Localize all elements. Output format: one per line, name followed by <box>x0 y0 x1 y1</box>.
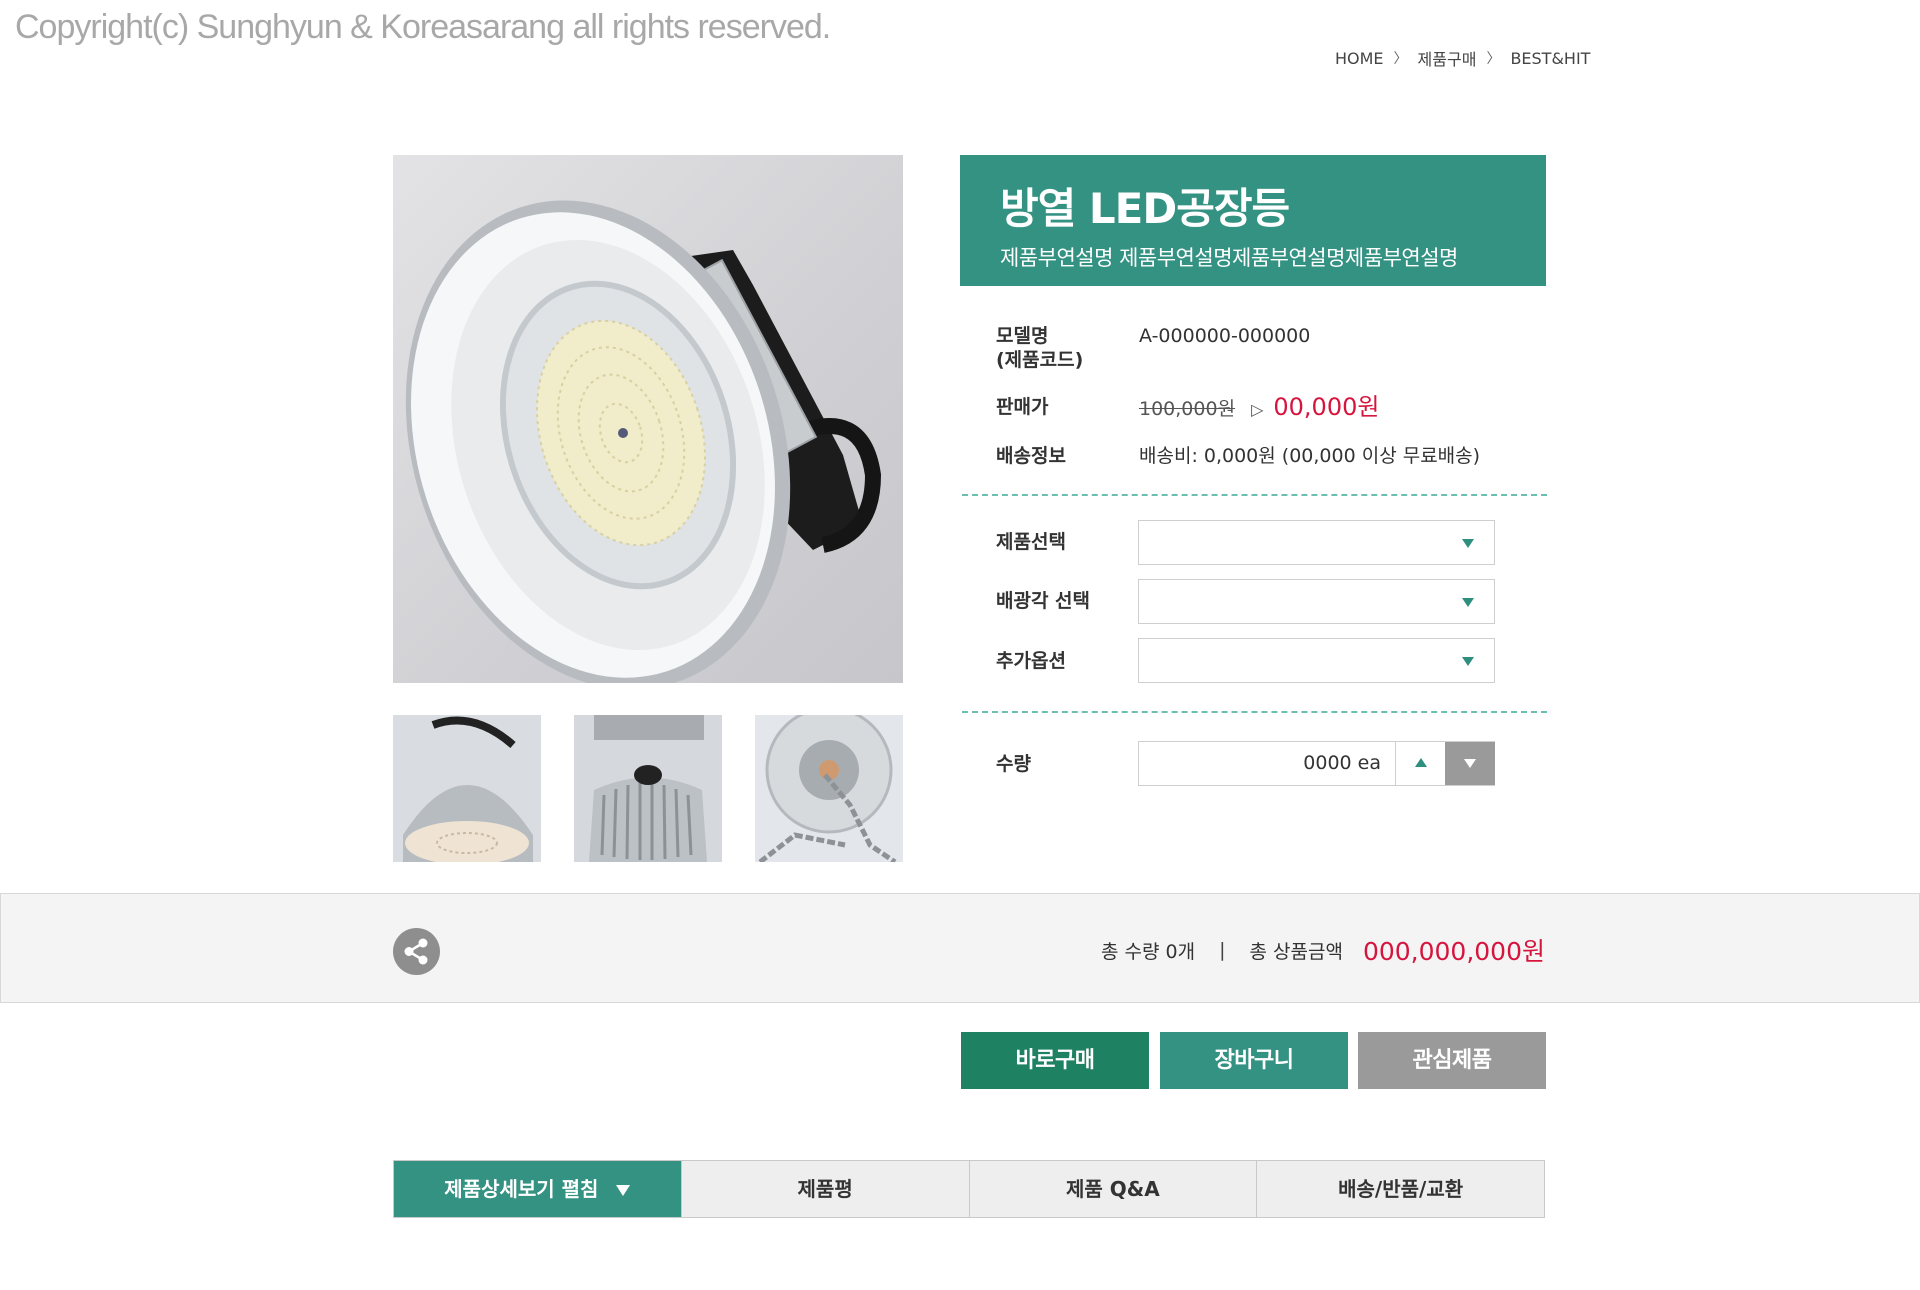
share-button[interactable] <box>393 928 440 975</box>
quantity-decrease-button[interactable] <box>1445 742 1495 785</box>
quantity-input[interactable]: 0000 ea <box>1139 742 1396 785</box>
thumbnail-2[interactable] <box>574 715 722 862</box>
quantity-label: 수량 <box>996 753 1031 775</box>
led-lamp-illustration <box>405 200 882 683</box>
breadcrumb-product-purchase[interactable]: 제품구매 <box>1418 46 1477 70</box>
beam-angle-label: 배광각 선택 <box>996 590 1091 612</box>
product-select-label: 제품선택 <box>996 531 1066 553</box>
product-select-dropdown[interactable] <box>1138 520 1495 565</box>
total-amount: 000,000,000원 <box>1362 937 1545 966</box>
totals-separator: | <box>1219 939 1226 961</box>
share-icon <box>404 938 428 965</box>
price-arrow-icon: ▷ <box>1251 400 1264 419</box>
triangle-down-icon <box>1464 759 1476 768</box>
triangle-up-icon <box>1415 758 1427 767</box>
chevron-down-icon <box>1462 539 1474 548</box>
breadcrumb: HOME 〉 제품구매 〉 BEST&HIT <box>1335 46 1590 70</box>
product-main-image <box>393 155 903 683</box>
product-tabs: 제품상세보기 펼침 제품평 제품 Q&A 배송/반품/교환 <box>393 1160 1545 1218</box>
breadcrumb-home[interactable]: HOME <box>1335 49 1384 68</box>
triangle-down-icon <box>616 1185 631 1196</box>
sale-price: 00,000원 <box>1273 393 1380 421</box>
divider <box>962 711 1547 713</box>
copyright-text: Copyright(c) Sunghyun & Koreasarang all … <box>15 8 831 46</box>
breadcrumb-best-hit[interactable]: BEST&HIT <box>1510 49 1590 68</box>
model-label: 모델명 (제품코드) <box>996 324 1126 372</box>
total-amount-label: 총 상품금액 <box>1249 940 1343 963</box>
tab-shipping-return[interactable]: 배송/반품/교환 <box>1256 1161 1544 1217</box>
tab-reviews[interactable]: 제품평 <box>680 1161 969 1217</box>
product-title-box: 방열 LED공장등 제품부연설명 제품부연설명제품부연설명제품부연설명 <box>960 155 1546 286</box>
extra-option-label: 추가옵션 <box>996 650 1066 672</box>
order-totals: 총 수량 0개 | 총 상품금액 000,000,000원 <box>1101 932 1545 968</box>
tab-qna[interactable]: 제품 Q&A <box>968 1161 1257 1217</box>
total-quantity: 총 수량 0개 <box>1101 940 1196 963</box>
product-subtitle: 제품부연설명 제품부연설명제품부연설명제품부연설명 <box>1000 246 1458 270</box>
tab-product-detail[interactable]: 제품상세보기 펼침 <box>394 1161 681 1217</box>
shipping-label: 배송정보 <box>996 445 1066 467</box>
product-title: 방열 LED공장등 <box>1000 184 1290 233</box>
tab-product-detail-label: 제품상세보기 펼침 <box>444 1177 599 1201</box>
shipping-value: 배송비: 0,000원 (00,000 이상 무료배송) <box>1139 445 1481 467</box>
add-to-cart-button[interactable]: 장바구니 <box>1160 1032 1348 1089</box>
breadcrumb-separator: 〉 <box>1486 51 1501 67</box>
divider <box>962 494 1547 496</box>
breadcrumb-separator: 〉 <box>1393 51 1408 67</box>
beam-angle-dropdown[interactable] <box>1138 579 1495 624</box>
thumbnail-strip <box>393 715 903 862</box>
buy-now-button[interactable]: 바로구매 <box>961 1032 1149 1089</box>
price-values: 100,000원 ▷ 00,000원 <box>1139 395 1379 422</box>
price-label: 판매가 <box>996 396 1049 418</box>
chevron-down-icon <box>1462 598 1474 607</box>
model-value: A-000000-000000 <box>1139 325 1311 347</box>
wishlist-button[interactable]: 관심제품 <box>1358 1032 1546 1089</box>
thumbnail-3[interactable] <box>755 715 903 862</box>
old-price: 100,000원 <box>1139 398 1236 420</box>
quantity-increase-button[interactable] <box>1396 742 1445 785</box>
order-summary-bar <box>0 893 1920 1003</box>
model-label-line1: 모델명 <box>996 325 1049 347</box>
extra-option-dropdown[interactable] <box>1138 638 1495 683</box>
thumbnail-1[interactable] <box>393 715 541 862</box>
quantity-stepper: 0000 ea <box>1138 741 1495 786</box>
chevron-down-icon <box>1462 657 1474 666</box>
model-label-line2: (제품코드) <box>996 349 1084 371</box>
